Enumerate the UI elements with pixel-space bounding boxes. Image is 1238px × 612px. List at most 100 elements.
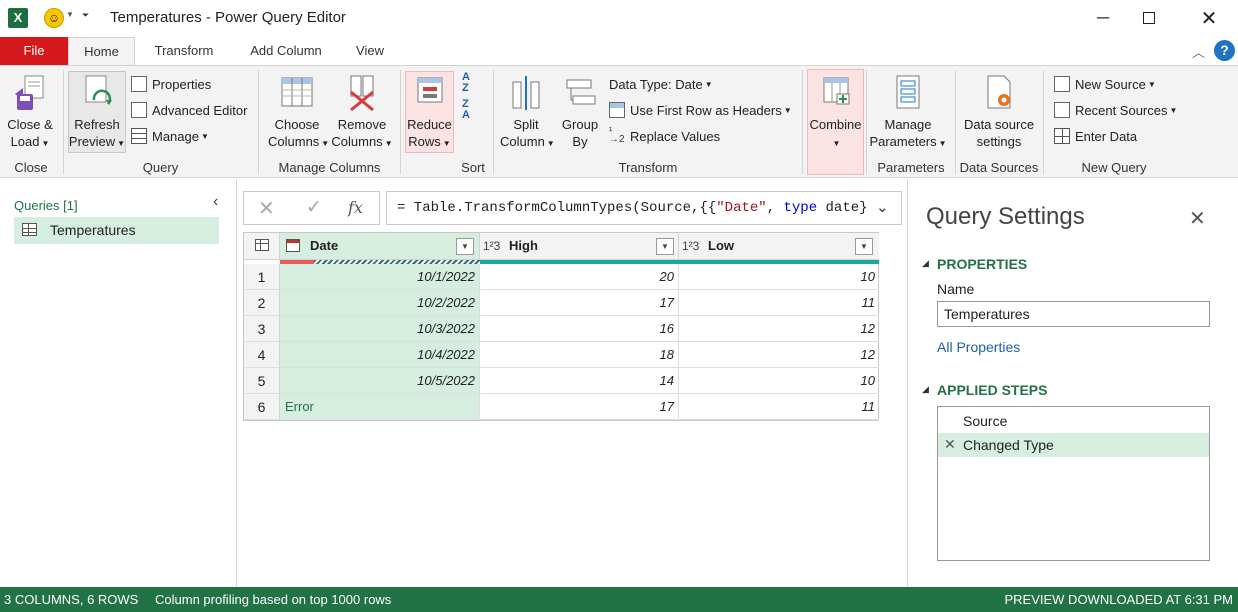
close-load-button[interactable]: Close & Load ▼ bbox=[3, 74, 57, 152]
column-filter-dropdown[interactable]: ▼ bbox=[656, 238, 674, 255]
chevron-down-icon: ▼ bbox=[200, 131, 209, 141]
reduce-rows-label-2: Rows bbox=[408, 134, 441, 149]
refresh-preview-button[interactable]: Refresh Preview ▼ bbox=[68, 74, 126, 152]
cancel-icon[interactable]: ✕ bbox=[258, 196, 275, 221]
fx-icon[interactable]: fx bbox=[348, 198, 363, 217]
new-source-label: New Source bbox=[1075, 76, 1146, 92]
date-cell[interactable]: 10/3/2022 bbox=[280, 316, 480, 342]
new-source-button[interactable]: New Source ▼ bbox=[1054, 73, 1156, 95]
recent-sources-icon bbox=[1054, 102, 1070, 118]
close-window-button[interactable]: ✕ bbox=[1186, 0, 1232, 36]
maximize-button[interactable] bbox=[1126, 0, 1172, 36]
sort-ascending-icon[interactable]: AZ bbox=[462, 72, 470, 94]
smiley-dropdown-icon[interactable]: ▼ bbox=[66, 10, 74, 19]
recent-sources-button[interactable]: Recent Sources ▼ bbox=[1054, 99, 1177, 121]
sort-descending-icon[interactable]: ZA bbox=[462, 99, 470, 121]
smiley-feedback-icon[interactable]: ☺ bbox=[44, 8, 64, 28]
column-filter-dropdown[interactable]: ▼ bbox=[855, 238, 873, 255]
row-number[interactable]: 3 bbox=[244, 316, 280, 342]
query-item-temperatures[interactable]: Temperatures bbox=[14, 217, 219, 244]
column-header-high[interactable]: 1²3 High ▼ bbox=[480, 233, 679, 260]
high-cell[interactable]: 17 bbox=[480, 290, 679, 316]
expand-formula-icon[interactable]: ⌄ bbox=[876, 198, 889, 216]
step-changed-type[interactable]: ✕ Changed Type bbox=[938, 433, 1209, 457]
tab-transform[interactable]: Transform bbox=[142, 37, 226, 65]
divider bbox=[955, 70, 956, 174]
advanced-editor-button[interactable]: Advanced Editor bbox=[131, 99, 247, 121]
group-by-button[interactable]: Group By bbox=[556, 74, 604, 150]
query-name-input[interactable] bbox=[937, 301, 1210, 327]
column-profiling-toggle[interactable]: Column profiling based on top 1000 rows bbox=[155, 587, 391, 612]
low-cell[interactable]: 10 bbox=[679, 368, 879, 394]
table-menu-header[interactable] bbox=[244, 233, 280, 260]
choose-columns-button[interactable]: Choose Columns ▼ bbox=[268, 74, 329, 152]
row-number[interactable]: 4 bbox=[244, 342, 280, 368]
remove-columns-label-1: Remove bbox=[337, 117, 387, 132]
row-number[interactable]: 6 bbox=[244, 394, 280, 420]
date-cell[interactable]: 10/5/2022 bbox=[280, 368, 480, 394]
high-cell[interactable]: 14 bbox=[480, 368, 679, 394]
error-cell[interactable]: Error bbox=[280, 394, 480, 420]
group-by-label-2: By bbox=[572, 134, 588, 149]
tab-add-column[interactable]: Add Column bbox=[238, 37, 334, 65]
title-bar: X ☺ ▼ ⏷ Temperatures - Power Query Edito… bbox=[0, 0, 1238, 36]
all-properties-link[interactable]: All Properties bbox=[937, 339, 1020, 355]
formula-end: date} bbox=[817, 200, 868, 216]
manage-button[interactable]: Manage ▼ bbox=[131, 125, 209, 147]
chevron-down-icon: ▼ bbox=[384, 139, 393, 148]
close-settings-icon[interactable]: ✕ bbox=[1189, 206, 1206, 231]
reduce-rows-button[interactable]: Reduce Rows ▼ bbox=[405, 74, 454, 152]
data-type-label: Data Type: Date bbox=[609, 76, 703, 92]
formula-bar[interactable]: = Table.TransformColumnTypes(Source,{{"D… bbox=[386, 191, 902, 225]
collapse-queries-icon[interactable]: ‹ bbox=[213, 193, 218, 211]
applied-steps-collapse-icon[interactable]: ◢ bbox=[922, 384, 929, 395]
help-icon[interactable]: ? bbox=[1214, 40, 1235, 61]
row-number[interactable]: 1 bbox=[244, 264, 280, 290]
split-column-button[interactable]: Split Column ▼ bbox=[500, 74, 555, 152]
delete-step-icon[interactable]: ✕ bbox=[944, 436, 956, 453]
tab-view[interactable]: View bbox=[345, 37, 395, 65]
chevron-down-icon: ▼ bbox=[783, 105, 792, 115]
manage-columns-group-label: Manage Columns bbox=[278, 160, 381, 175]
tab-file[interactable]: File bbox=[0, 37, 68, 65]
minimize-button[interactable]: ─ bbox=[1080, 0, 1126, 36]
tab-home[interactable]: Home bbox=[68, 37, 135, 66]
row-number[interactable]: 5 bbox=[244, 368, 280, 394]
step-label: Source bbox=[963, 413, 1008, 429]
low-cell[interactable]: 12 bbox=[679, 342, 879, 368]
low-cell[interactable]: 11 bbox=[679, 394, 879, 420]
manage-parameters-button[interactable]: Manage Parameters ▼ bbox=[868, 74, 948, 152]
column-header-low[interactable]: 1²3 Low ▼ bbox=[679, 233, 879, 260]
high-cell[interactable]: 20 bbox=[480, 264, 679, 290]
combine-button[interactable]: Combine ▼ bbox=[807, 74, 864, 152]
low-cell[interactable]: 12 bbox=[679, 316, 879, 342]
high-cell[interactable]: 16 bbox=[480, 316, 679, 342]
collapse-ribbon-icon[interactable]: ︿ bbox=[1192, 42, 1205, 61]
divider bbox=[63, 70, 64, 174]
use-first-row-button[interactable]: Use First Row as Headers ▼ bbox=[609, 99, 792, 121]
date-cell[interactable]: 10/4/2022 bbox=[280, 342, 480, 368]
enter-data-button[interactable]: Enter Data bbox=[1054, 125, 1137, 147]
transform-group-label: Transform bbox=[618, 160, 678, 175]
column-filter-dropdown[interactable]: ▼ bbox=[456, 238, 474, 255]
low-cell[interactable]: 10 bbox=[679, 264, 879, 290]
date-cell[interactable]: 10/1/2022 bbox=[280, 264, 480, 290]
step-source[interactable]: Source bbox=[938, 409, 1209, 433]
remove-columns-button[interactable]: Remove Columns ▼ bbox=[331, 74, 393, 152]
close-load-icon bbox=[15, 75, 44, 110]
commit-icon[interactable]: ✓ bbox=[306, 196, 322, 219]
data-type-button[interactable]: Data Type: Date ▼ bbox=[609, 73, 713, 95]
properties-collapse-icon[interactable]: ◢ bbox=[922, 258, 929, 269]
row-number[interactable]: 2 bbox=[244, 290, 280, 316]
close-load-label-1: Close & bbox=[7, 117, 53, 132]
data-source-settings-icon bbox=[987, 75, 1011, 109]
data-source-settings-button[interactable]: Data source settings bbox=[958, 74, 1040, 150]
high-cell[interactable]: 17 bbox=[480, 394, 679, 420]
low-cell[interactable]: 11 bbox=[679, 290, 879, 316]
column-header-date[interactable]: Date ▼ bbox=[280, 233, 480, 260]
high-cell[interactable]: 18 bbox=[480, 342, 679, 368]
quick-access-customize-icon[interactable]: ⏷ bbox=[82, 10, 89, 21]
replace-values-button[interactable]: ¹ →2 Replace Values bbox=[609, 125, 720, 147]
properties-button[interactable]: Properties bbox=[131, 73, 211, 95]
date-cell[interactable]: 10/2/2022 bbox=[280, 290, 480, 316]
